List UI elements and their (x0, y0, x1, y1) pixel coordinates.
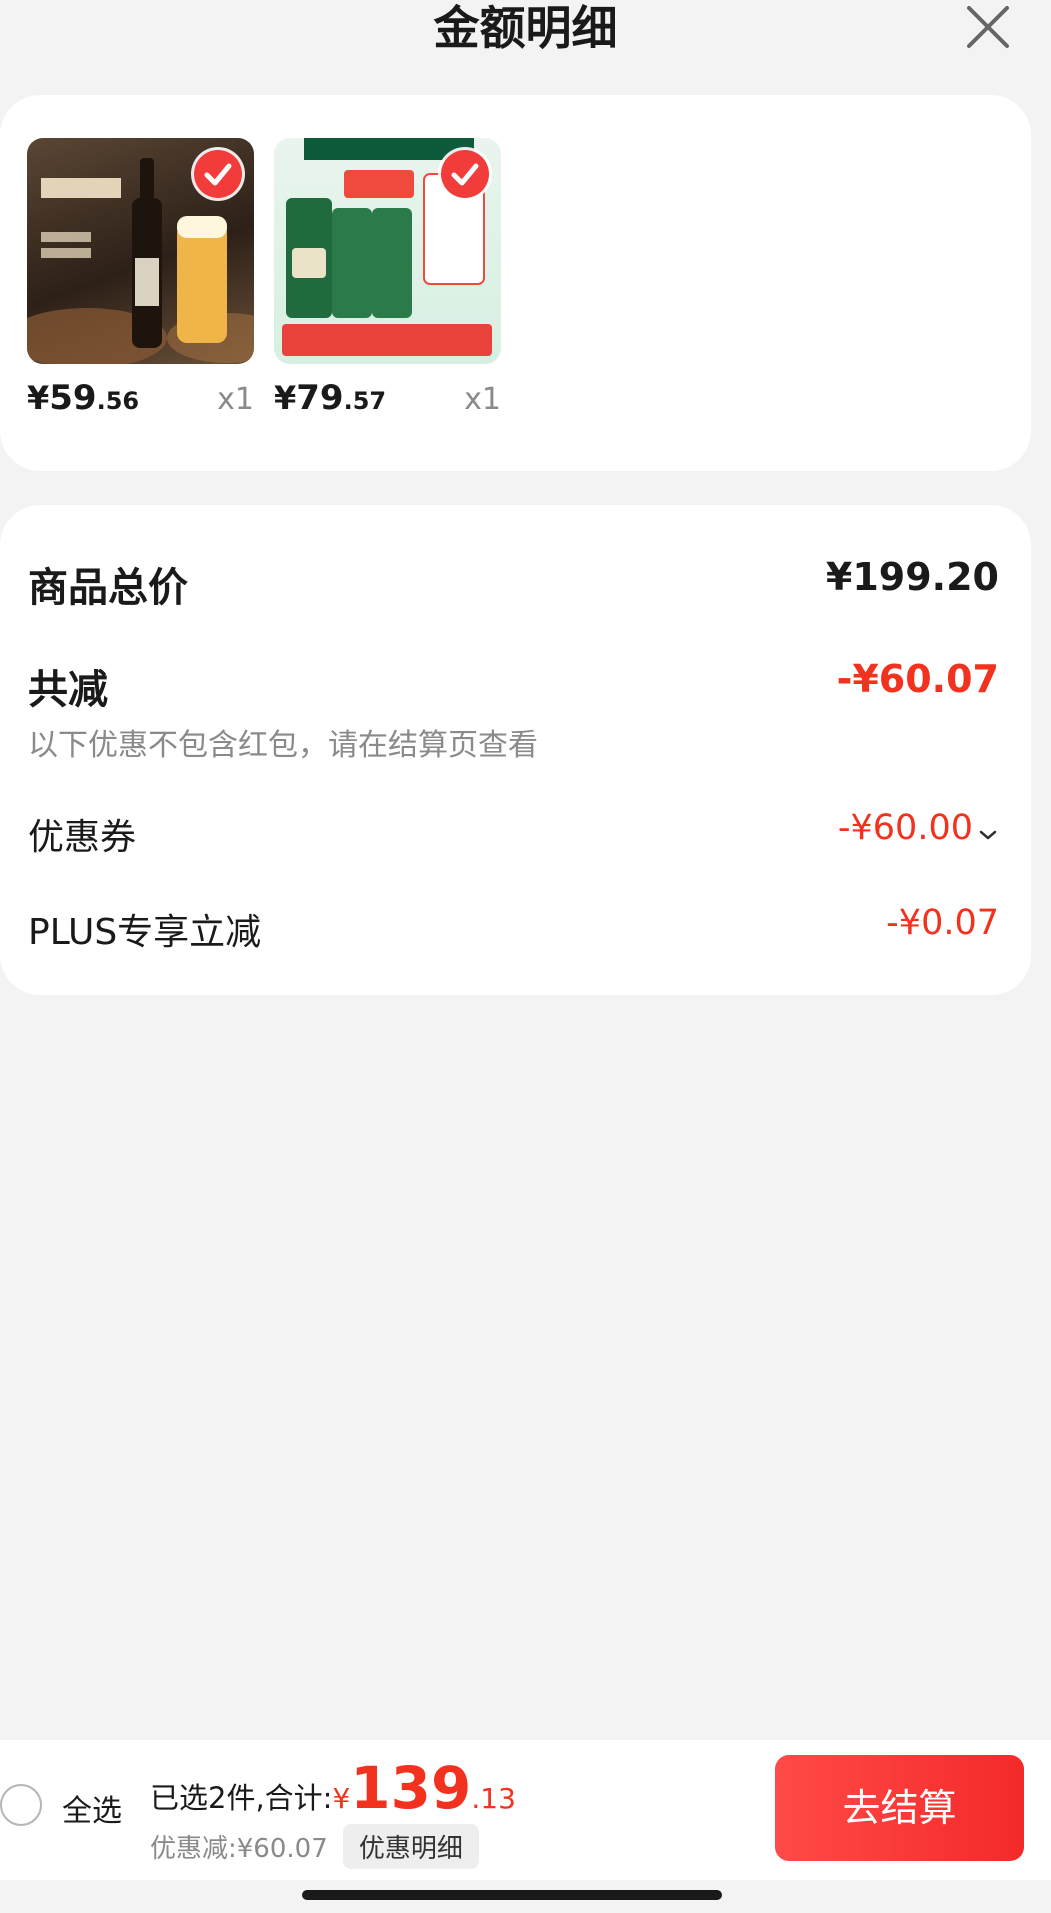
coupon-label: 优惠券 (28, 817, 137, 858)
plus-discount-label: PLUS专享立减 (28, 912, 262, 953)
price-decimal: .57 (343, 387, 387, 415)
coupon-row[interactable]: 优惠券 -¥60.00 (28, 808, 999, 858)
check-icon (204, 163, 232, 186)
header: 金额明细 (0, 0, 1051, 80)
select-all-label: 全选 (62, 1794, 122, 1829)
discount-text: 优惠减:¥60.07 (150, 1834, 328, 1864)
close-button[interactable] (963, 4, 1011, 52)
goods-total-row: 商品总价 ¥199.20 (28, 555, 999, 611)
reduction-label: 共减 (28, 667, 108, 713)
selected-badge[interactable] (194, 150, 242, 198)
reduction-note: 以下优惠不包含红包，请在结算页查看 (28, 728, 538, 763)
product-image-beer-cans[interactable] (274, 138, 501, 364)
product-quantity: x1 (464, 382, 501, 417)
product-meta: ¥79.57 x1 (274, 378, 501, 438)
price-decimal: .56 (96, 387, 140, 415)
total-decimal: .13 (471, 1782, 516, 1815)
reduction-value: -¥60.07 (836, 657, 999, 701)
checkout-button[interactable]: 去结算 (775, 1755, 1024, 1861)
product-quantity: x1 (217, 382, 254, 417)
total-symbol: ¥ (332, 1782, 351, 1815)
goods-total-label: 商品总价 (28, 565, 188, 611)
plus-discount-value: -¥0.07 (886, 903, 999, 943)
check-icon (451, 163, 479, 186)
price-summary-card: 商品总价 ¥199.20 共减 -¥60.07 以下优惠不包含红包，请在结算页查… (0, 505, 1031, 995)
page-title: 金额明细 (433, 1, 618, 55)
selected-badge[interactable] (441, 150, 489, 198)
selected-total: 已选2件,合计:¥139.13 (150, 1754, 516, 1822)
reduction-note-row: 以下优惠不包含红包，请在结算页查看 (28, 720, 999, 764)
coupon-value-wrap[interactable]: -¥60.00 (838, 808, 999, 848)
goods-total-value: ¥199.20 (825, 555, 999, 599)
home-indicator[interactable] (302, 1890, 722, 1900)
total-integer: 139 (350, 1754, 472, 1822)
checkout-bar: 全选 已选2件,合计:¥139.13 优惠减:¥60.07 优惠明细 去结算 (0, 1740, 1051, 1880)
product-meta: ¥59.56 x1 (27, 378, 254, 438)
coupon-value: -¥60.00 (837, 808, 973, 848)
price-integer: 79 (296, 378, 344, 418)
price-symbol: ¥ (27, 379, 50, 417)
reduction-row: 共减 -¥60.07 (28, 657, 999, 713)
amount-detail-sheet: 金额明细 ¥59.56 x1 ¥79.57 x1 商品总价 ¥199.20 共减… (0, 0, 1051, 1913)
close-icon (967, 6, 1009, 48)
chevron-down-icon (979, 830, 997, 839)
price-integer: 59 (49, 378, 97, 418)
product-item[interactable]: ¥59.56 x1 (27, 138, 254, 438)
discount-line: 优惠减:¥60.07 优惠明细 (150, 1824, 479, 1869)
radio-unchecked-icon[interactable] (0, 1784, 42, 1826)
product-image-beer-bottle[interactable] (27, 138, 254, 364)
plus-discount-row: PLUS专享立减 -¥0.07 (28, 903, 999, 953)
selected-count-text: 已选2件,合计: (150, 1781, 333, 1815)
discount-detail-button[interactable]: 优惠明细 (342, 1824, 479, 1869)
product-item[interactable]: ¥79.57 x1 (274, 138, 501, 438)
products-card: ¥59.56 x1 ¥79.57 x1 (0, 95, 1031, 471)
price-symbol: ¥ (274, 379, 297, 417)
